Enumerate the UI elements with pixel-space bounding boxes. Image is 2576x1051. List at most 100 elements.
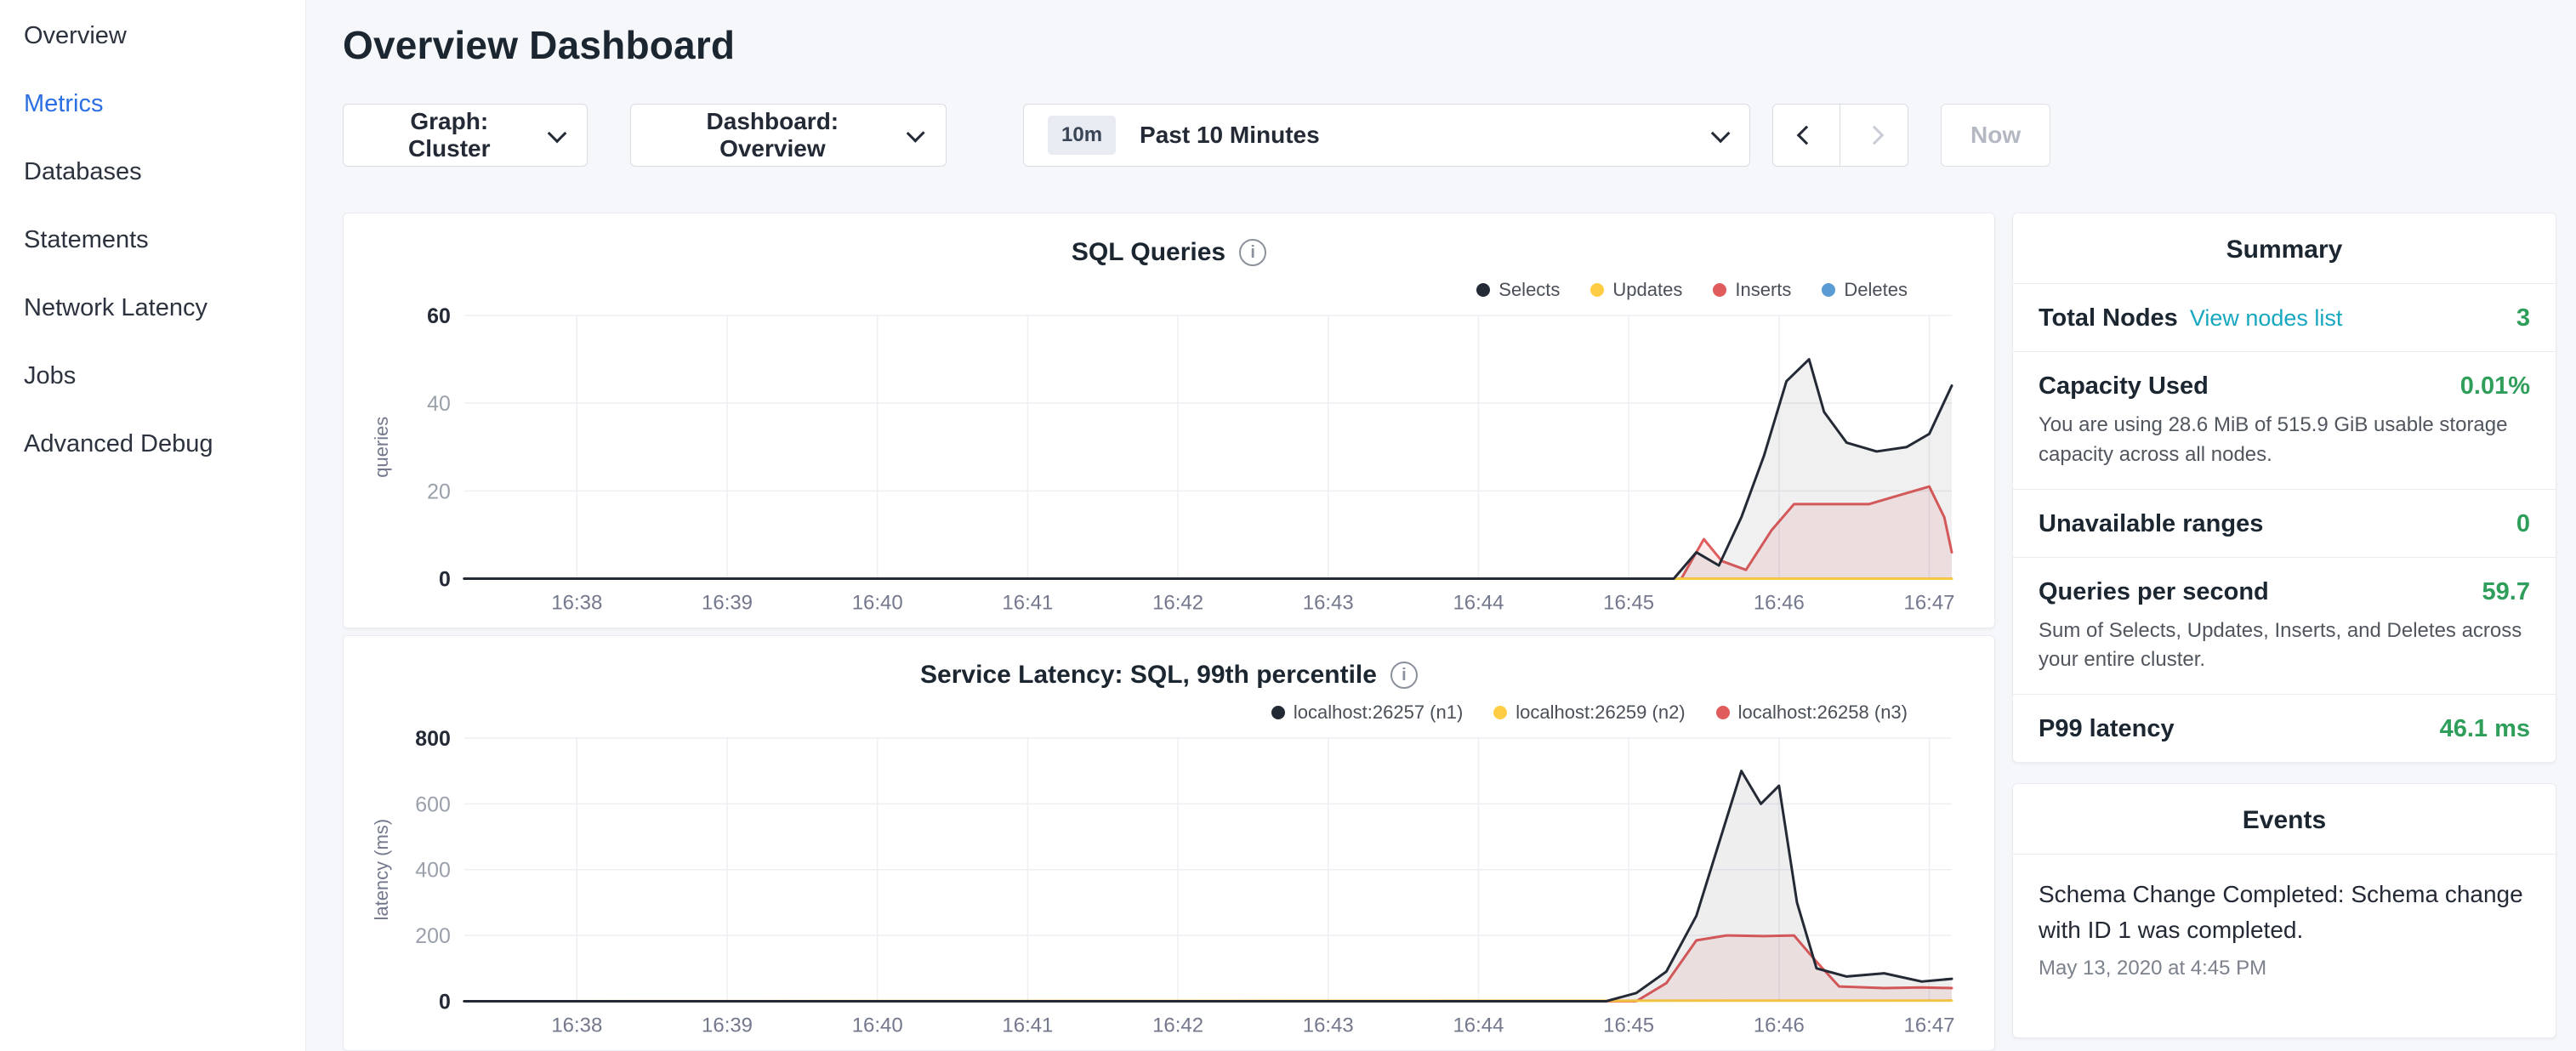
chart-svg: 020406016:3816:3916:4016:4116:4216:4316:…	[362, 305, 1976, 626]
events-card: Events Schema Change Completed: Schema c…	[2012, 783, 2556, 1038]
controls-bar: Graph: Cluster Dashboard: Overview 10m P…	[343, 104, 2556, 167]
legend-label: Deletes	[1844, 279, 1908, 301]
legend-item-localhost-26257-n1-: localhost:26257 (n1)	[1271, 701, 1463, 724]
svg-text:16:43: 16:43	[1303, 591, 1354, 614]
legend-item-updates: Updates	[1590, 278, 1682, 302]
summary-value: 0	[2516, 510, 2530, 538]
chart-title: SQL Queries	[1072, 238, 1225, 267]
right-column: Summary Total Nodes View nodes list 3 Cap…	[2012, 213, 2556, 1051]
summary-card: Summary Total Nodes View nodes list 3 Cap…	[2012, 213, 2556, 763]
charts-column: SQL Queries i Selects Updates Inserts Delet…	[343, 213, 1995, 1051]
summary-label: P99 latency	[2039, 715, 2175, 743]
summary-row-total-nodes: Total Nodes View nodes list 3	[2013, 284, 2556, 352]
legend-label: localhost:26259 (n2)	[1515, 702, 1685, 724]
graph-dropdown-label: Graph: Cluster	[369, 108, 530, 162]
svg-text:16:39: 16:39	[702, 1014, 753, 1037]
time-range-badge: 10m	[1048, 116, 1116, 155]
svg-text:16:40: 16:40	[852, 591, 903, 614]
chart-header: Service Latency: SQL, 99th percentile i	[362, 658, 1976, 692]
event-item: Schema Change Completed: Schema change w…	[2013, 855, 2556, 1003]
summary-label: Capacity Used	[2039, 372, 2209, 401]
legend-item-localhost-26258-n3-: localhost:26258 (n3)	[1716, 701, 1908, 724]
svg-text:800: 800	[415, 728, 451, 751]
summary-subtext: Sum of Selects, Updates, Inserts, and De…	[2039, 616, 2530, 676]
chevron-right-icon	[1864, 126, 1884, 145]
page-title: Overview Dashboard	[343, 22, 2556, 68]
chart-legend: Selects Updates Inserts Deletes	[362, 278, 1908, 302]
svg-text:latency (ms): latency (ms)	[371, 819, 392, 921]
sidebar-item-databases[interactable]: Databases	[0, 138, 305, 206]
svg-text:16:46: 16:46	[1754, 1014, 1805, 1037]
sidebar-item-advanced-debug[interactable]: Advanced Debug	[0, 410, 305, 478]
summary-value: 46.1 ms	[2440, 715, 2530, 743]
sidebar-item-statements[interactable]: Statements	[0, 206, 305, 274]
summary-value: 3	[2516, 304, 2530, 332]
legend-dot	[1716, 706, 1730, 719]
now-button[interactable]: Now	[1941, 104, 2050, 167]
event-timestamp: May 13, 2020 at 4:45 PM	[2039, 957, 2530, 980]
summary-value: 0.01%	[2460, 372, 2530, 401]
view-nodes-list-link[interactable]: View nodes list	[2190, 305, 2343, 331]
legend-dot	[1822, 283, 1835, 297]
sidebar-item-overview[interactable]: Overview	[0, 2, 305, 70]
svg-text:16:42: 16:42	[1152, 1014, 1203, 1037]
chevron-left-icon	[1797, 126, 1817, 145]
summary-row-unavailable-ranges: Unavailable ranges 0	[2013, 490, 2556, 558]
legend-item-inserts: Inserts	[1713, 278, 1791, 302]
svg-text:16:40: 16:40	[852, 1014, 903, 1037]
svg-text:20: 20	[427, 480, 451, 503]
main-content: Overview Dashboard Graph: Cluster Dashbo…	[306, 0, 2576, 1051]
svg-text:16:45: 16:45	[1603, 1014, 1654, 1037]
legend-label: localhost:26257 (n1)	[1294, 702, 1463, 724]
legend-label: localhost:26258 (n3)	[1738, 702, 1908, 724]
sidebar-item-jobs[interactable]: Jobs	[0, 342, 305, 410]
legend-item-selects: Selects	[1476, 278, 1560, 302]
dashboard-dropdown-label: Dashboard: Overview	[657, 108, 889, 162]
legend-label: Selects	[1498, 279, 1560, 301]
svg-text:16:47: 16:47	[1904, 1014, 1955, 1037]
chart-plot: 020406016:3816:3916:4016:4116:4216:4316:…	[362, 305, 1976, 626]
svg-text:16:47: 16:47	[1904, 591, 1955, 614]
info-icon[interactable]: i	[1390, 662, 1418, 689]
time-pager	[1772, 104, 1908, 167]
dashboard-dropdown[interactable]: Dashboard: Overview	[630, 104, 947, 167]
svg-text:0: 0	[439, 567, 451, 591]
dashboard-content: SQL Queries i Selects Updates Inserts Delet…	[343, 213, 2556, 1051]
summary-row-capacity-used: Capacity Used 0.01% You are using 28.6 M…	[2013, 352, 2556, 490]
summary-value: 59.7	[2482, 578, 2530, 606]
summary-row-p99-latency: P99 latency 46.1 ms	[2013, 695, 2556, 762]
legend-dot	[1271, 706, 1285, 719]
svg-text:16:38: 16:38	[551, 1014, 602, 1037]
svg-text:16:46: 16:46	[1754, 591, 1805, 614]
info-icon[interactable]: i	[1239, 239, 1266, 266]
graph-dropdown[interactable]: Graph: Cluster	[343, 104, 588, 167]
legend-dot	[1713, 283, 1726, 297]
chart-svg: 020040060080016:3816:3916:4016:4116:4216…	[362, 728, 1976, 1048]
svg-text:40: 40	[427, 392, 451, 416]
chart-legend: localhost:26257 (n1) localhost:26259 (n2)…	[362, 701, 1908, 724]
svg-text:16:45: 16:45	[1603, 591, 1654, 614]
svg-text:16:41: 16:41	[1002, 591, 1053, 614]
time-back-button[interactable]	[1772, 104, 1840, 167]
legend-dot	[1493, 706, 1507, 719]
svg-text:queries: queries	[371, 417, 392, 478]
sidebar-item-metrics[interactable]: Metrics	[0, 70, 305, 138]
svg-text:16:38: 16:38	[551, 591, 602, 614]
svg-text:16:39: 16:39	[702, 591, 753, 614]
summary-title: Summary	[2013, 213, 2556, 284]
svg-text:200: 200	[415, 924, 451, 948]
summary-label: Queries per second	[2039, 578, 2269, 606]
svg-text:16:44: 16:44	[1453, 591, 1504, 614]
chevron-down-icon	[1711, 124, 1731, 144]
svg-text:16:42: 16:42	[1152, 591, 1203, 614]
sidebar-item-network-latency[interactable]: Network Latency	[0, 274, 305, 342]
summary-row-queries-per-second: Queries per second 59.7 Sum of Selects, …	[2013, 558, 2556, 696]
time-range-dropdown[interactable]: 10m Past 10 Minutes	[1023, 104, 1750, 167]
legend-item-localhost-26259-n2-: localhost:26259 (n2)	[1493, 701, 1685, 724]
svg-text:16:41: 16:41	[1002, 1014, 1053, 1037]
chart-plot: 020040060080016:3816:3916:4016:4116:4216…	[362, 728, 1976, 1048]
time-forward-button[interactable]	[1840, 104, 1908, 167]
svg-text:0: 0	[439, 990, 451, 1014]
legend-dot	[1476, 283, 1490, 297]
summary-label-text: Total Nodes	[2039, 304, 2178, 332]
